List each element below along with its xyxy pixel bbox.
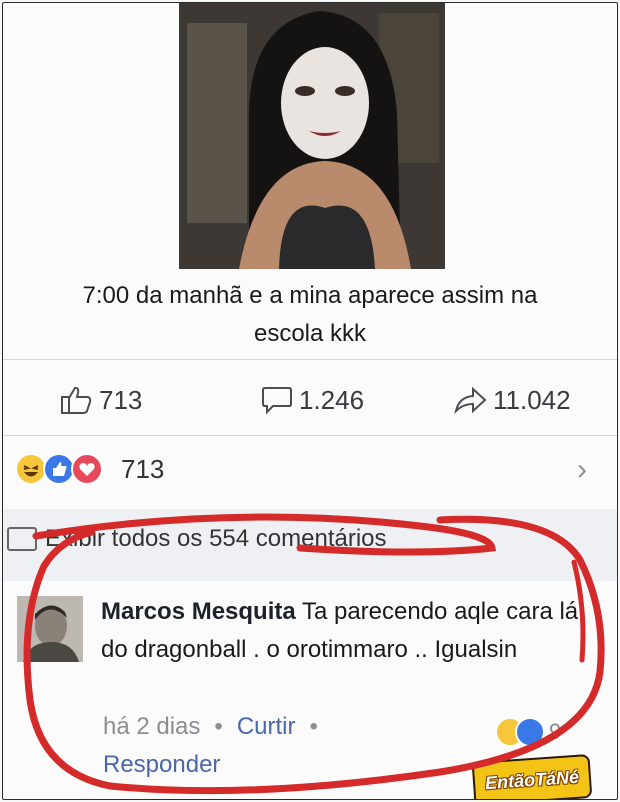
thumbs-up-icon [61,386,92,414]
caption-line-2: escola kkk [253,320,367,347]
share-arrow-icon [454,386,487,415]
comment-reactions[interactable]: 9 [495,717,561,747]
comment-bubble-icon [262,387,292,415]
avatar[interactable] [17,596,83,662]
divider [3,435,617,436]
comment-author[interactable]: Marcos Mesquita [101,598,296,625]
watermark-logo: EntãoTáNé [471,753,593,799]
separator-dot: • [214,713,223,740]
comment-icon [7,527,37,551]
person-portrait-photo [179,3,445,269]
like-comment-link[interactable]: Curtir [237,713,296,740]
separator-dot: • [309,713,318,740]
reply-link[interactable]: Responder [103,751,220,779]
divider [3,359,617,360]
reactions-summary[interactable]: 713 [15,449,164,489]
comment-body: Marcos Mesquita Ta parecendo aqle cara l… [101,593,606,669]
post-caption: 7:00 da manhã e a mina aparece assim na … [3,277,617,353]
caption-line-1: 7:00 da manhã e a mina aparece assim na [82,282,538,309]
post-actions: 713 1.246 11.042 [3,375,617,425]
like-action[interactable]: 713 [59,375,142,425]
reaction-count: 713 [121,453,165,484]
reaction-icons [15,451,113,487]
love-icon [71,453,103,485]
chevron-right-icon[interactable]: › [577,453,587,487]
view-all-label: Exibir todos os 554 comentários [45,525,387,552]
comment-time: há 2 dias [103,713,201,740]
like-count: 713 [99,384,143,415]
comment-reaction-count: 9 [549,719,562,744]
person-avatar-photo [17,596,83,662]
post-card: 7:00 da manhã e a mina aparece assim na … [2,2,618,800]
share-action[interactable]: 11.042 [453,375,571,425]
comment-count: 1.246 [299,384,365,415]
post-photo[interactable] [179,3,445,269]
share-count: 11.042 [493,384,571,415]
comment-action[interactable]: 1.246 [261,375,364,425]
view-all-comments[interactable]: Exibir todos os 554 comentários [7,525,387,553]
like-icon [515,717,545,747]
